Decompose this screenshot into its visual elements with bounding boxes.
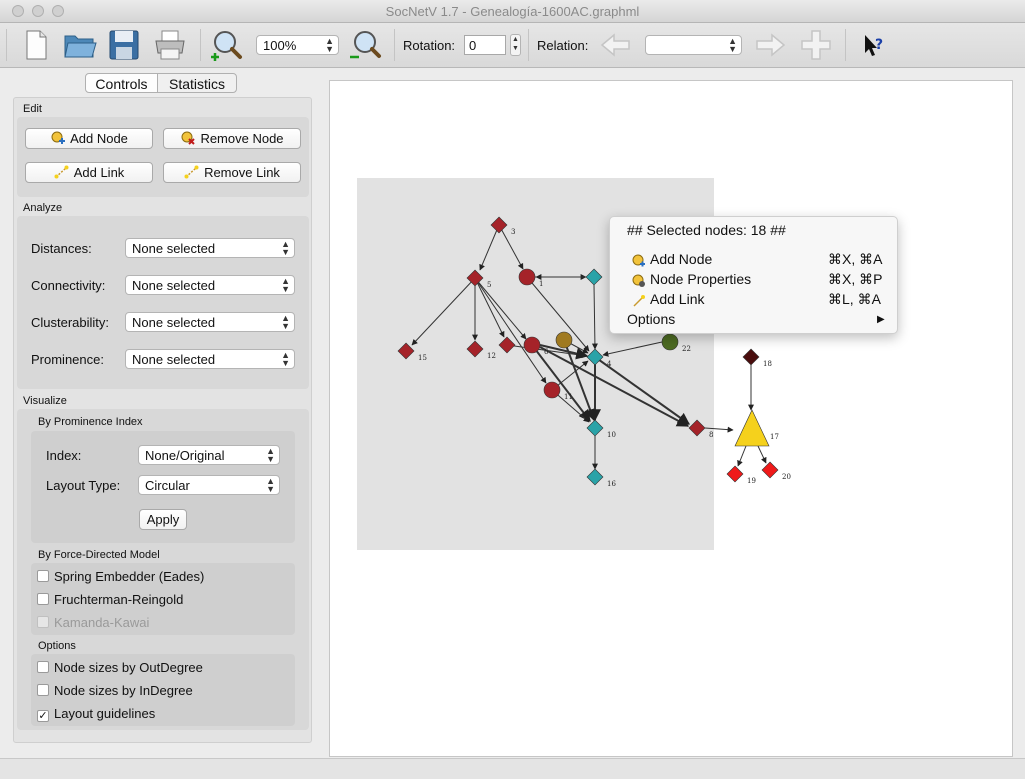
menu-item-options[interactable]: Options ▶ bbox=[610, 310, 897, 330]
graph-node-label: 16 bbox=[607, 480, 616, 488]
graph-node-label: 19 bbox=[747, 477, 756, 485]
menu-item-label: Options bbox=[627, 311, 676, 327]
graph-node-label: 6 bbox=[544, 348, 549, 356]
status-bar bbox=[0, 758, 1025, 779]
graph-node-label: 12 bbox=[487, 352, 496, 360]
context-menu: ## Selected nodes: 18 ## Add Node ⌘X, ⌘A… bbox=[609, 216, 898, 334]
graph-node-label: 3 bbox=[511, 228, 515, 236]
menu-item-node-properties[interactable]: Node Properties ⌘X, ⌘P bbox=[610, 270, 897, 290]
graph-node[interactable] bbox=[761, 461, 779, 479]
add-node-icon bbox=[632, 254, 645, 267]
graph-node[interactable] bbox=[734, 409, 770, 447]
graph-node[interactable] bbox=[518, 268, 536, 286]
graph-node-label: 1 bbox=[539, 280, 543, 288]
menu-item-add-link[interactable]: Add Link ⌘L, ⌘A bbox=[610, 290, 897, 310]
graph-node-label: 10 bbox=[607, 431, 616, 439]
graph-edge[interactable] bbox=[757, 445, 767, 464]
graph-node-label: 20 bbox=[782, 473, 791, 481]
graph-node-label: 22 bbox=[682, 345, 691, 353]
graph-node-label: 8 bbox=[709, 431, 713, 439]
graph-node[interactable] bbox=[726, 465, 744, 483]
graph-edge[interactable] bbox=[737, 445, 747, 467]
submenu-arrow-icon: ▶ bbox=[877, 314, 885, 325]
menu-item-label: Add Link bbox=[650, 291, 705, 307]
menu-item-label: Add Node bbox=[650, 251, 713, 267]
gear-icon bbox=[632, 274, 645, 287]
graph-node-label: 18 bbox=[763, 360, 772, 368]
menu-item-shortcut: ⌘X, ⌘P bbox=[828, 271, 883, 287]
context-menu-title: ## Selected nodes: 18 ## bbox=[627, 222, 786, 238]
graph-node-label: 11 bbox=[564, 393, 573, 401]
graph-node[interactable] bbox=[555, 331, 573, 349]
menu-item-shortcut: ⌘X, ⌘A bbox=[828, 251, 883, 267]
menu-item-label: Node Properties bbox=[650, 271, 752, 287]
graph-node[interactable] bbox=[523, 336, 541, 354]
add-link-icon bbox=[633, 295, 645, 307]
menu-item-shortcut: ⌘L, ⌘A bbox=[828, 291, 881, 307]
graph-node[interactable] bbox=[661, 333, 679, 351]
graph-node-label: 17 bbox=[770, 433, 779, 441]
graph-node[interactable] bbox=[543, 381, 561, 399]
graph-node[interactable] bbox=[742, 348, 760, 366]
graph-node-label: 4 bbox=[607, 360, 612, 368]
network-graph[interactable]: 3 5 1 15 12 6 4 22 11 10 16 8 18 17 19 20 bbox=[0, 0, 1025, 778]
graph-node-label: 15 bbox=[418, 354, 427, 362]
graph-node-label: 5 bbox=[487, 281, 491, 289]
menu-item-add-node[interactable]: Add Node ⌘X, ⌘A bbox=[610, 250, 897, 270]
